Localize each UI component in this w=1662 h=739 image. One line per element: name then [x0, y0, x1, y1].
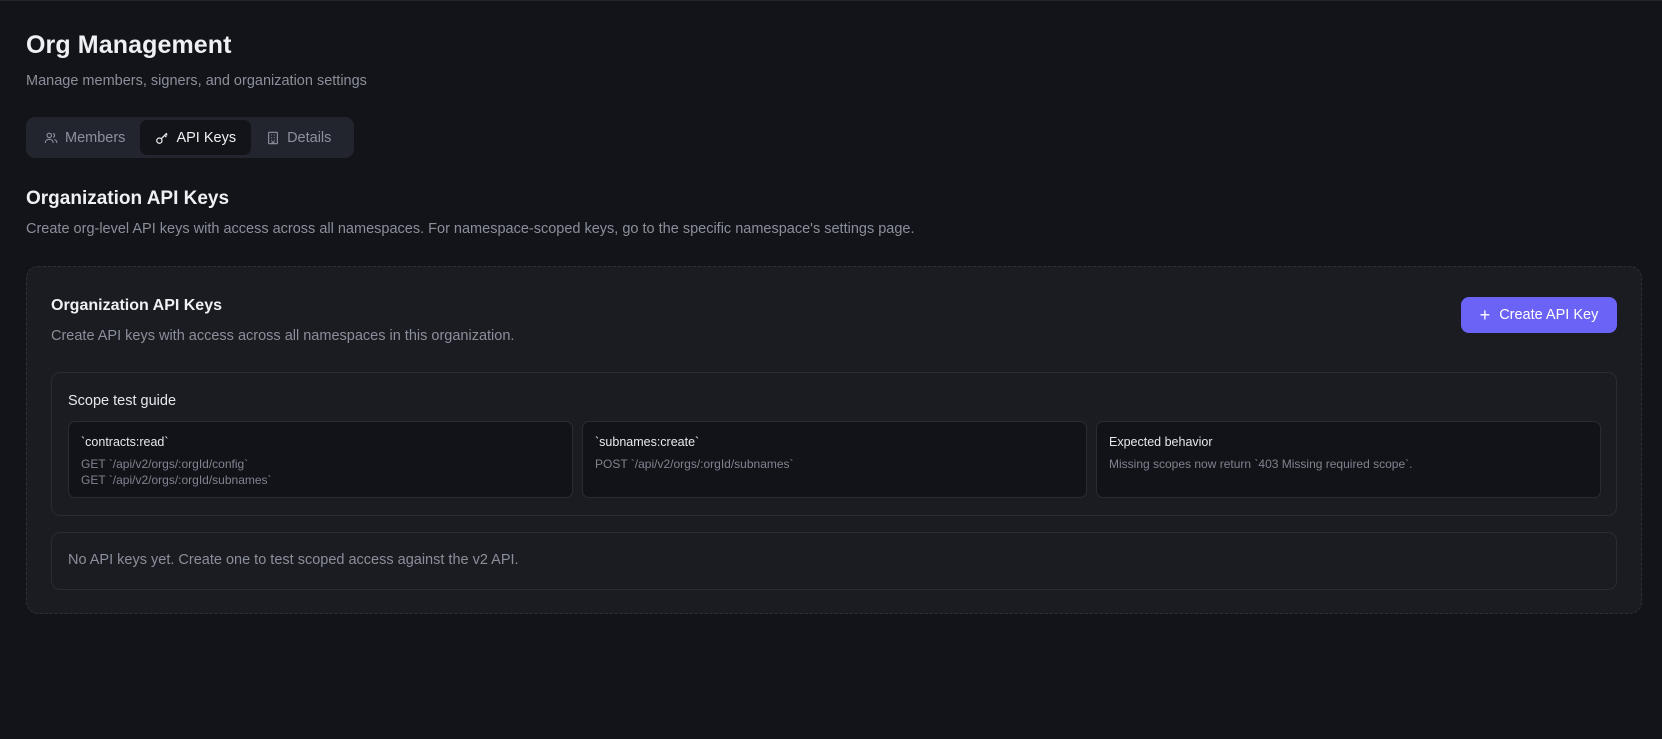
org-management-page: Org Management Manage members, signers, …	[0, 0, 1662, 739]
card-description: Create API keys with access across all n…	[51, 328, 515, 344]
tab-details[interactable]: Details	[251, 120, 346, 155]
guide-box-line: GET `/api/v2/orgs/:orgId/config`	[81, 457, 249, 471]
card-title: Organization API Keys	[51, 297, 222, 314]
tab-api-keys[interactable]: API Keys	[140, 120, 252, 155]
guide-box-heading: `contracts:read`	[81, 435, 169, 449]
create-api-key-label: Create API Key	[1499, 307, 1599, 323]
guide-box-contracts-read: `contracts:read` GET `/api/v2/orgs/:orgI…	[68, 421, 573, 498]
key-icon	[156, 132, 169, 144]
guide-box-expected-behavior: Expected behavior Missing scopes now ret…	[1096, 421, 1601, 498]
section-description: Create org-level API keys with access ac…	[26, 221, 915, 237]
guide-box-heading: `subnames:create`	[595, 435, 700, 449]
guide-box-line: GET `/api/v2/orgs/:orgId/subnames`	[81, 473, 272, 487]
api-keys-card: Organization API Keys Create API keys wi…	[26, 266, 1642, 614]
guide-title: Scope test guide	[68, 393, 177, 409]
users-icon	[44, 132, 58, 143]
tab-bar: Members API Keys Details	[26, 117, 354, 158]
section-title: Organization API Keys	[26, 188, 230, 209]
plus-icon: +	[1479, 305, 1491, 325]
scope-test-guide: Scope test guide `contracts:read` GET `/…	[51, 372, 1617, 516]
building-icon	[268, 131, 279, 144]
tab-members[interactable]: Members	[29, 120, 140, 155]
tab-api-keys-label: API Keys	[176, 129, 237, 146]
page-subtitle: Manage members, signers, and organizatio…	[26, 73, 367, 89]
guide-box-subnames-create: `subnames:create` POST `/api/v2/orgs/:or…	[582, 421, 1087, 498]
guide-box-line: Missing scopes now return `403 Missing r…	[1109, 457, 1413, 471]
page-title: Org Management	[26, 31, 232, 59]
empty-state-message: No API keys yet. Create one to test scop…	[51, 532, 1617, 590]
tab-members-label: Members	[65, 129, 126, 146]
create-api-key-button[interactable]: + Create API Key	[1461, 297, 1617, 333]
guide-box-line: POST `/api/v2/orgs/:orgId/subnames`	[595, 457, 794, 471]
guide-box-heading: Expected behavior	[1109, 435, 1213, 449]
tab-details-label: Details	[287, 129, 332, 146]
